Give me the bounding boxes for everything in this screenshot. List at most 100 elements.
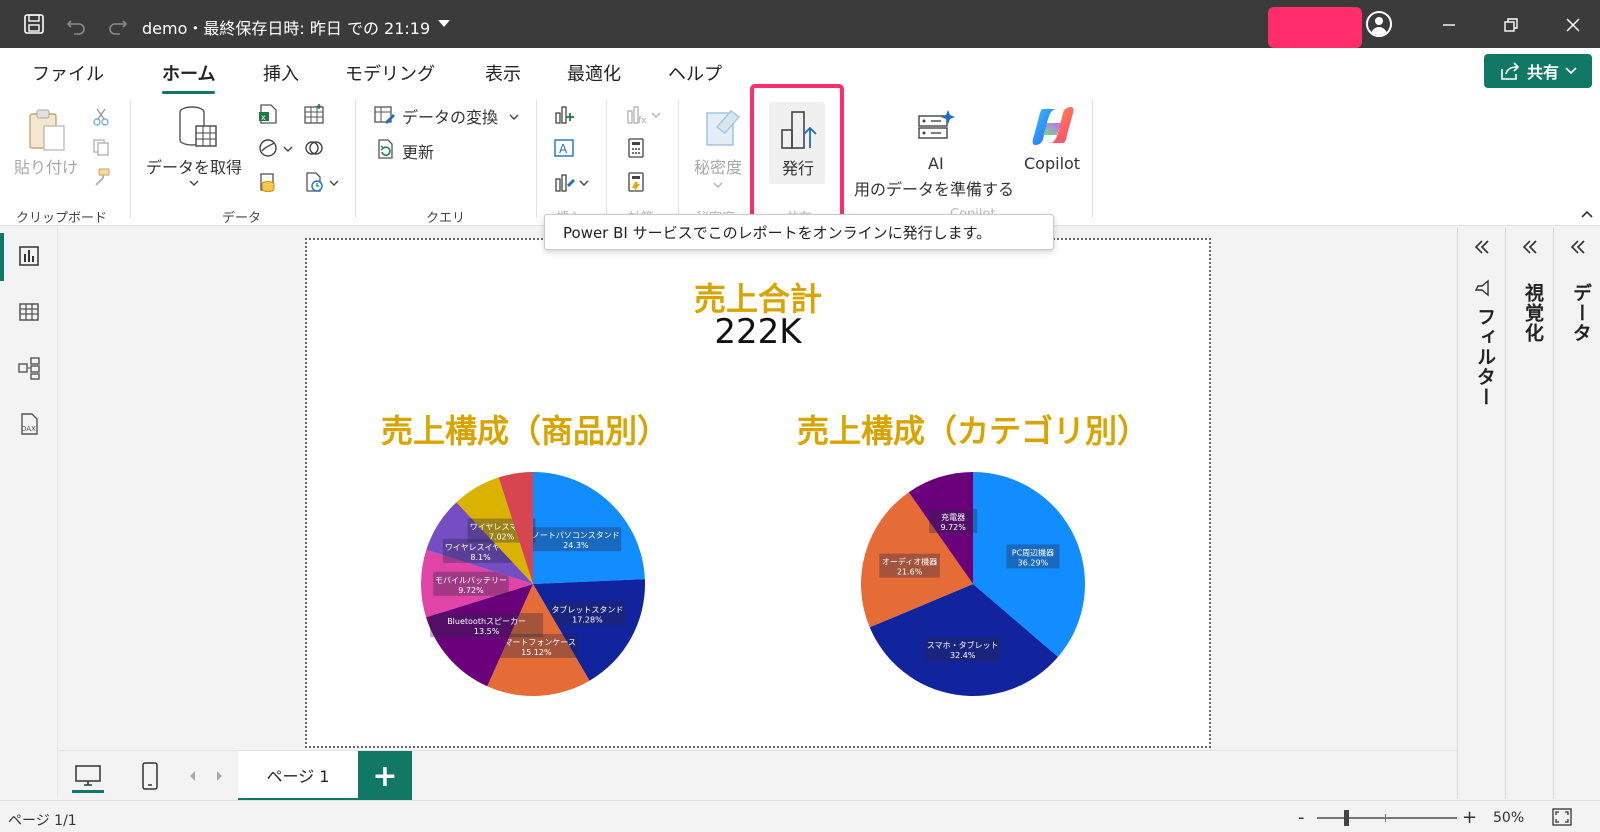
share-label: 共有 <box>1526 63 1559 82</box>
filter-pane[interactable]: フィルター <box>1457 227 1505 799</box>
tab-help[interactable]: ヘルプ <box>668 60 722 86</box>
copilot-label[interactable]: Copilot <box>1024 154 1080 173</box>
data-label-value: 8.1% <box>470 553 491 562</box>
pie-chart-category[interactable]: PC周辺機器36.29% スマホ・タブレット32.4% オーディオ機器21.6% 充電… <box>859 470 1087 698</box>
enter-data-icon[interactable] <box>302 102 326 126</box>
onelake-icon[interactable] <box>256 136 280 160</box>
page-tab-1[interactable]: ページ 1 <box>238 751 358 801</box>
zoom-out-button[interactable]: - <box>1298 807 1305 828</box>
previous-page-icon[interactable] <box>186 769 198 783</box>
dataverse-icon[interactable] <box>302 136 326 160</box>
right-panes: フィルター 視覚化 データ <box>1457 227 1600 799</box>
separator <box>606 100 607 218</box>
prep-data-ai-label-1[interactable]: AI <box>928 154 944 173</box>
chevron-down-icon[interactable] <box>578 178 590 190</box>
text-box-icon[interactable]: A <box>552 136 576 160</box>
expand-visualizations-icon[interactable] <box>1520 237 1540 257</box>
cut-icon[interactable] <box>90 106 112 128</box>
tab-home[interactable]: ホーム <box>162 60 216 94</box>
get-data-label[interactable]: データを取得 <box>146 154 242 178</box>
data-pane-label: データ <box>1570 283 1592 343</box>
data-label-value: 24.3% <box>563 541 589 550</box>
copy-icon[interactable] <box>90 136 112 158</box>
zoom-slider[interactable] <box>1317 817 1457 819</box>
undo-icon[interactable] <box>64 12 88 36</box>
tab-modeling[interactable]: モデリング <box>345 60 435 86</box>
data-label-value: 15.12% <box>521 648 552 657</box>
fit-to-page-icon[interactable] <box>1552 808 1572 830</box>
share-button[interactable]: 共有 <box>1484 54 1592 88</box>
chevron-down-icon[interactable] <box>712 180 724 192</box>
transform-data-label[interactable]: データの変換 <box>402 104 498 128</box>
save-icon[interactable] <box>22 12 46 36</box>
chevron-down-icon[interactable] <box>328 178 340 190</box>
paste-label[interactable]: 貼り付け <box>14 154 78 178</box>
add-page-label: + <box>372 758 398 794</box>
recent-sources-icon[interactable] <box>256 170 280 194</box>
new-measure-icon[interactable]: fx <box>624 102 648 126</box>
visualizations-pane[interactable]: 視覚化 <box>1505 227 1553 799</box>
sensitivity-icon[interactable] <box>700 104 744 150</box>
prep-data-ai-label-2[interactable]: 用のデータを準備する <box>854 176 1014 200</box>
model-view-icon[interactable] <box>16 355 42 381</box>
zoom-in-button[interactable]: + <box>1462 807 1477 828</box>
chevron-down-icon[interactable] <box>508 112 520 124</box>
mobile-layout-icon[interactable] <box>138 761 162 791</box>
get-data-icon[interactable] <box>176 104 220 152</box>
redo-icon[interactable] <box>106 12 130 36</box>
zoom-level[interactable]: 50% <box>1493 810 1524 826</box>
publish-highlight <box>750 84 844 222</box>
desktop-layout-icon[interactable] <box>72 761 104 793</box>
scheduled-refresh-icon[interactable] <box>302 170 326 194</box>
dax-query-view-icon[interactable]: DAX <box>16 411 42 437</box>
add-page-button[interactable]: + <box>358 751 412 801</box>
separator <box>130 100 131 218</box>
data-label-value: 36.29% <box>1018 558 1049 567</box>
page-tab-label: ページ 1 <box>266 766 330 786</box>
collapse-ribbon-icon[interactable] <box>1580 204 1594 223</box>
expand-filters-icon[interactable] <box>1472 237 1492 257</box>
report-canvas[interactable]: 売上合計 222K 売上構成（商品別） 売上構成（カテゴリ別） ノートパソコンス… <box>305 238 1211 748</box>
data-label-value: 21.6% <box>897 568 923 577</box>
refresh-label[interactable]: 更新 <box>402 139 434 163</box>
avatar-icon[interactable] <box>1366 11 1392 37</box>
next-page-icon[interactable] <box>214 769 226 783</box>
report-view-icon[interactable] <box>16 243 42 269</box>
chevron-down-icon[interactable] <box>650 110 662 122</box>
prep-data-ai-icon[interactable] <box>916 106 956 146</box>
excel-icon[interactable]: x <box>256 102 280 126</box>
sensitivity-label[interactable]: 秘密度 <box>694 154 742 178</box>
refresh-icon[interactable] <box>374 137 398 161</box>
new-visual-icon[interactable] <box>552 102 576 126</box>
paste-icon[interactable] <box>24 106 70 154</box>
tab-file[interactable]: ファイル <box>32 60 104 86</box>
data-label-category: タブレットスタンド <box>551 605 623 615</box>
more-visuals-icon[interactable] <box>552 170 576 194</box>
query-group-label: クエリ <box>426 211 466 226</box>
close-icon[interactable] <box>1560 12 1586 38</box>
table-view-icon[interactable] <box>16 299 42 325</box>
data-label-category: スマートフォンケース <box>497 638 576 647</box>
data-pane[interactable]: データ <box>1553 227 1600 799</box>
copilot-icon[interactable] <box>1030 104 1076 148</box>
publish-tooltip: Power BI サービスでこのレポートをオンラインに発行します。 <box>544 214 1054 250</box>
chevron-down-icon[interactable] <box>282 144 294 156</box>
tab-optimize[interactable]: 最適化 <box>567 60 621 86</box>
calculator-icon[interactable] <box>624 136 648 160</box>
transform-data-icon[interactable] <box>372 103 396 127</box>
minimize-icon[interactable] <box>1436 12 1462 38</box>
tab-view[interactable]: 表示 <box>485 60 521 86</box>
kpi-card-value: 222K <box>714 312 802 352</box>
chevron-down-icon[interactable] <box>188 178 200 190</box>
restore-icon[interactable] <box>1498 12 1524 38</box>
chevron-down-icon <box>1565 67 1577 75</box>
expand-data-icon[interactable] <box>1568 237 1588 257</box>
tab-insert[interactable]: 挿入 <box>263 60 299 86</box>
format-painter-icon[interactable] <box>90 166 112 188</box>
data-group-label: データ <box>222 211 262 226</box>
pie-chart-product[interactable]: ノートパソコンスタンド24.3% タブレットスタンド17.28% スマートフォンケー… <box>419 470 647 698</box>
account-name-redacted[interactable] <box>1268 7 1362 48</box>
zoom-slider-thumb[interactable] <box>1344 810 1349 826</box>
quick-measure-icon[interactable] <box>624 170 648 194</box>
title-dropdown-icon[interactable] <box>438 20 450 27</box>
